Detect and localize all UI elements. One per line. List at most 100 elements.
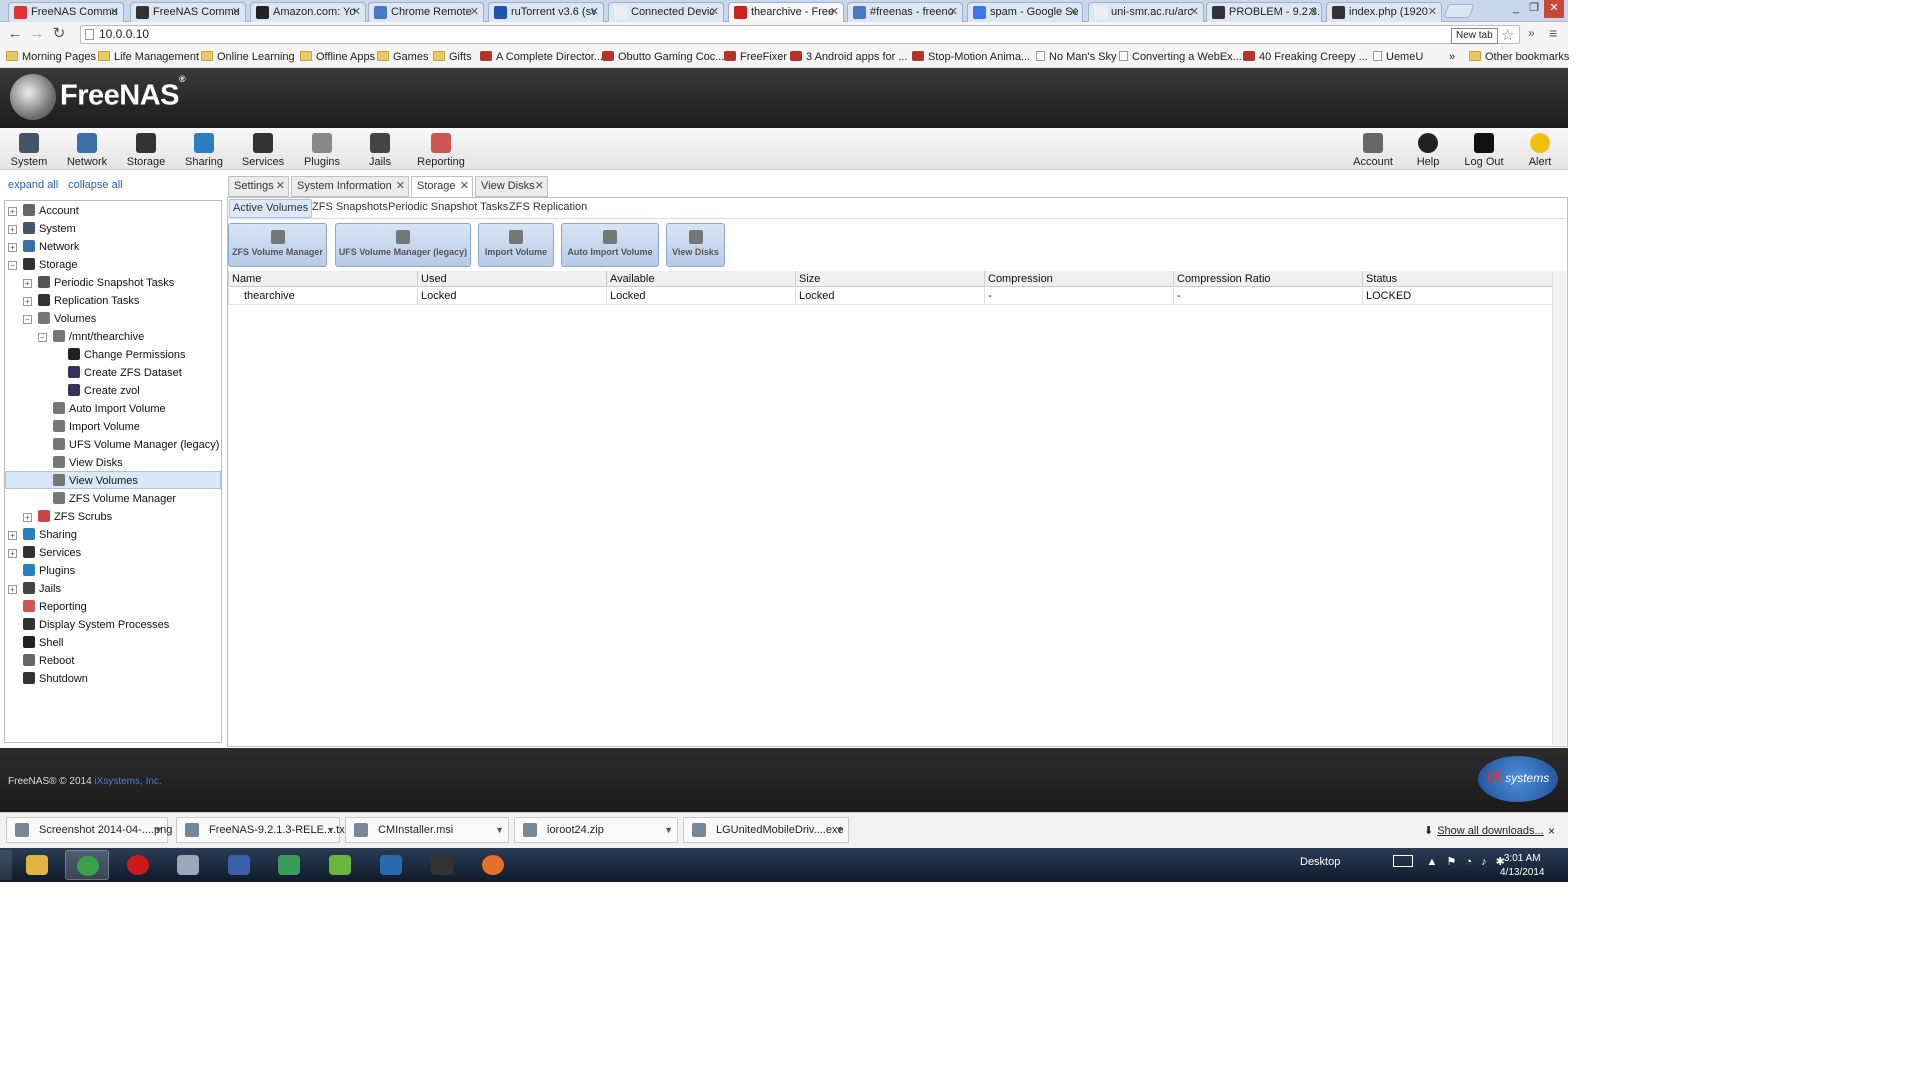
close-downloads-icon[interactable]: ×: [1548, 824, 1555, 838]
download-menu-icon[interactable]: ▼: [835, 818, 844, 842]
main-menu-storage[interactable]: Storage: [117, 131, 175, 168]
reload-icon[interactable]: ↻: [48, 22, 70, 46]
tree-item[interactable]: − /mnt/thearchive: [38, 328, 144, 346]
bookmark-item[interactable]: FreeFixer: [724, 49, 787, 65]
top-menu-alert[interactable]: Alert: [1511, 131, 1569, 168]
ixsystems-logo[interactable]: iX systems: [1478, 756, 1558, 802]
browser-tab[interactable]: thearchive - Free ✕: [728, 2, 844, 23]
bookmark-item[interactable]: Converting a WebEx...: [1119, 49, 1242, 65]
tree-item[interactable]: Auto Import Volume: [38, 400, 166, 418]
browser-tab[interactable]: ruTorrent v3.6 (sv ✕: [488, 2, 604, 22]
extensions-overflow-icon[interactable]: »: [1528, 26, 1535, 40]
tab-storage[interactable]: Storage ✕: [411, 176, 473, 198]
taskbar-app[interactable]: [116, 850, 160, 880]
volume-icon[interactable]: ♪: [1481, 856, 1487, 868]
tab-close-icon[interactable]: ✕: [535, 177, 544, 196]
column-header-used[interactable]: Used: [417, 271, 606, 287]
column-header-name[interactable]: Name: [228, 271, 417, 287]
subtab-zfs-snapshots[interactable]: ZFS Snapshots: [309, 199, 391, 216]
collapse-icon[interactable]: −: [8, 261, 17, 270]
back-icon[interactable]: ←: [4, 22, 26, 46]
expand-icon[interactable]: +: [8, 243, 17, 252]
expand-icon[interactable]: +: [23, 279, 32, 288]
tab-close-icon[interactable]: ✕: [460, 177, 469, 196]
desktop-toolbar[interactable]: Desktop: [1300, 856, 1340, 868]
tree-item[interactable]: + Network: [8, 238, 79, 256]
wifi-icon[interactable]: ◔: [1465, 856, 1472, 868]
tray-up-icon[interactable]: ▲: [1426, 856, 1437, 868]
expand-icon[interactable]: +: [23, 297, 32, 306]
browser-tab[interactable]: spam - Google Se ✕: [967, 2, 1083, 22]
bookmark-item[interactable]: Morning Pages: [6, 49, 96, 65]
main-menu-services[interactable]: Services: [234, 131, 292, 168]
bookmark-item[interactable]: Online Learning: [201, 49, 295, 65]
tree-item[interactable]: + System: [8, 220, 76, 238]
tree-item[interactable]: Shell: [8, 634, 63, 652]
bookmark-item[interactable]: A Complete Director...: [480, 49, 603, 65]
bookmark-item[interactable]: Obutto Gaming Coc...: [602, 49, 724, 65]
download-item[interactable]: FreeNAS-9.2.1.3-RELE....txz ▼: [176, 817, 350, 843]
bookmark-item[interactable]: 40 Freaking Creepy ...: [1243, 49, 1368, 65]
other-bookmarks[interactable]: Other bookmarks: [1469, 49, 1569, 65]
main-menu-network[interactable]: Network: [58, 131, 116, 168]
zfs-volume-manager-button[interactable]: ZFS Volume Manager: [228, 223, 327, 267]
flag-icon[interactable]: ⚑: [1446, 856, 1456, 868]
ufs-volume-manager-legacy-button[interactable]: UFS Volume Manager (legacy): [335, 223, 471, 267]
taskbar-app[interactable]: [420, 850, 464, 880]
freenas-logo[interactable]: FreeNAS®: [10, 74, 186, 120]
bookmark-star-icon[interactable]: ☆: [1501, 26, 1514, 44]
expand-icon[interactable]: +: [8, 225, 17, 234]
download-item[interactable]: CMInstaller.msi ▼: [345, 817, 509, 843]
tab-settings[interactable]: Settings ✕: [228, 176, 289, 197]
tree-item[interactable]: Reboot: [8, 652, 74, 670]
ixsystems-link[interactable]: iXsystems, Inc.: [94, 776, 161, 787]
subtab-periodic-snapshot-tasks[interactable]: Periodic Snapshot Tasks: [385, 199, 511, 216]
main-menu-plugins[interactable]: Plugins: [293, 131, 351, 168]
tab-close-icon[interactable]: ✕: [949, 3, 958, 21]
subtab-zfs-replication[interactable]: ZFS Replication: [506, 199, 590, 216]
download-item[interactable]: LGUnitedMobileDriv....exe ▼: [683, 817, 849, 843]
tab-close-icon[interactable]: ✕: [1308, 3, 1317, 21]
tree-item[interactable]: + Services: [8, 544, 81, 562]
tree-item[interactable]: Shutdown: [8, 670, 88, 688]
tab-close-icon[interactable]: ✕: [590, 3, 599, 21]
top-menu-help[interactable]: Help: [1399, 131, 1457, 168]
tree-item[interactable]: UFS Volume Manager (legacy): [38, 436, 219, 454]
taskbar-app[interactable]: [471, 850, 515, 880]
expand-icon[interactable]: +: [8, 549, 17, 558]
tab-close-icon[interactable]: ✕: [830, 3, 839, 21]
tab-close-icon[interactable]: ✕: [710, 3, 719, 21]
tree-item[interactable]: View Volumes: [38, 472, 138, 490]
main-menu-system[interactable]: System: [0, 131, 58, 168]
tab-close-icon[interactable]: ✕: [276, 177, 285, 196]
collapse-icon[interactable]: −: [38, 333, 47, 342]
expand-icon[interactable]: +: [23, 513, 32, 522]
bookmark-item[interactable]: 3 Android apps for ...: [790, 49, 908, 65]
table-scrollbar[interactable]: [1552, 271, 1566, 745]
import-volume-button[interactable]: Import Volume: [478, 223, 554, 267]
top-menu-log-out[interactable]: Log Out: [1455, 131, 1513, 168]
tab-close-icon[interactable]: ✕: [396, 177, 405, 196]
expand-icon[interactable]: +: [8, 207, 17, 216]
tab-close-icon[interactable]: ✕: [352, 3, 361, 21]
tree-item[interactable]: − Volumes: [23, 310, 96, 328]
tab-close-icon[interactable]: ✕: [470, 3, 479, 21]
expand-all-link[interactable]: expand all: [8, 179, 58, 191]
main-menu-sharing[interactable]: Sharing: [175, 131, 233, 168]
tree-item[interactable]: ZFS Volume Manager: [38, 490, 176, 508]
taskbar-app[interactable]: [65, 850, 109, 880]
tree-item[interactable]: Import Volume: [38, 418, 140, 436]
column-header-compression-ratio[interactable]: Compression Ratio: [1173, 271, 1362, 287]
close-window-icon[interactable]: ✕: [1544, 0, 1564, 18]
tree-item[interactable]: + Replication Tasks: [23, 292, 139, 310]
bookmark-item[interactable]: Games: [377, 49, 428, 65]
forward-icon[interactable]: →: [26, 22, 48, 46]
tree-item[interactable]: View Disks: [38, 454, 123, 472]
keyboard-icon[interactable]: [1393, 855, 1414, 867]
main-menu-reporting[interactable]: Reporting: [412, 131, 470, 168]
browser-tab[interactable]: FreeNAS Commu ✕: [8, 2, 124, 22]
browser-tab[interactable]: #freenas - freeno ✕: [847, 2, 963, 22]
new-tab-button[interactable]: [1443, 4, 1475, 18]
top-menu-account[interactable]: Account: [1344, 131, 1402, 168]
tree-item[interactable]: + Account: [8, 202, 79, 220]
